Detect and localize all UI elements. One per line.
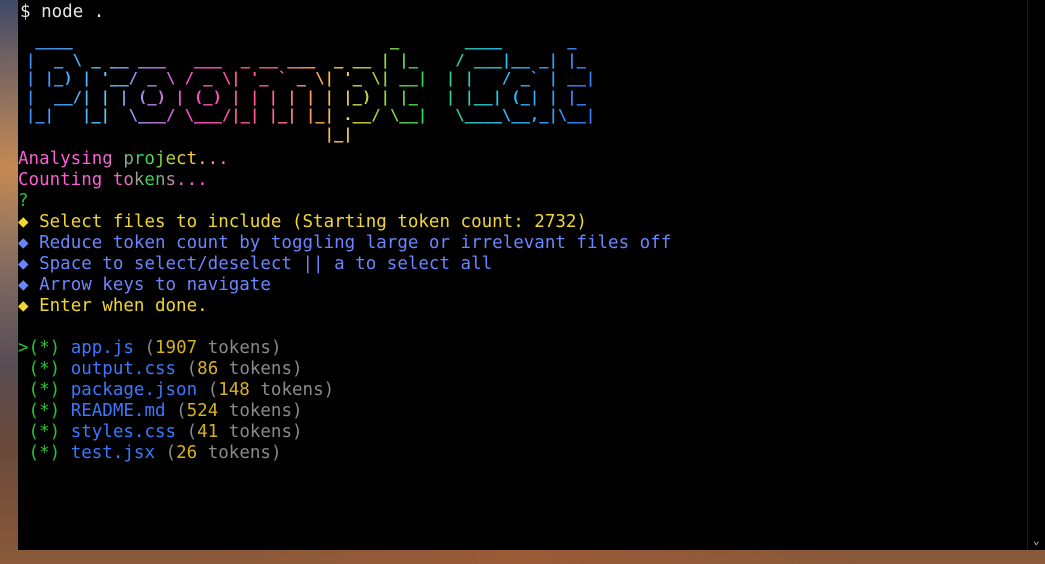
checkbox[interactable]: (*) xyxy=(29,422,61,442)
status-line-counting: Counting tokens... xyxy=(18,170,208,190)
instruction-line: ◆ Reduce token count by toggling large o… xyxy=(18,233,671,254)
prompt-symbol: $ xyxy=(20,2,31,22)
file-name: test.jsx xyxy=(70,443,155,463)
diamond-bullet-icon: ◆ xyxy=(18,212,29,232)
scroll-down-arrow-icon[interactable]: ⌄ xyxy=(1033,534,1040,547)
tokens-word: tokens xyxy=(207,443,271,463)
instruction-text: Arrow keys to navigate xyxy=(39,275,271,295)
token-count: 148 xyxy=(218,380,250,400)
checkbox[interactable]: (*) xyxy=(29,338,61,358)
file-item-output-css[interactable]: (*) output.css (86 tokens) xyxy=(18,359,303,380)
instruction-line: ◆ Enter when done. xyxy=(18,296,208,317)
tokens-word: tokens xyxy=(228,359,292,379)
diamond-bullet-icon: ◆ xyxy=(18,233,29,253)
file-name: package.json xyxy=(70,380,198,400)
selection-cursor: > xyxy=(18,338,29,358)
file-name: output.css xyxy=(70,359,177,379)
command-line: $ node . xyxy=(20,2,104,23)
instruction-line: ◆ Space to select/deselect || a to selec… xyxy=(18,254,492,275)
checkbox[interactable]: (*) xyxy=(29,380,61,400)
file-item-readme-md[interactable]: (*) README.md (524 tokens) xyxy=(18,401,303,422)
file-item-package-json[interactable]: (*) package.json (148 tokens) xyxy=(18,380,335,401)
instruction-line: ◆ Arrow keys to navigate xyxy=(18,275,271,296)
token-count: 524 xyxy=(186,401,219,421)
command-text: node . xyxy=(41,2,105,22)
file-item-app-js[interactable]: >(*) app.js (1907 tokens) xyxy=(18,338,281,359)
checkbox[interactable]: (*) xyxy=(29,401,61,421)
file-item-styles-css[interactable]: (*) styles.css (41 tokens) xyxy=(18,422,303,443)
tokens-word: tokens xyxy=(207,338,271,358)
tokens-word: tokens xyxy=(260,380,324,400)
instruction-text: Space to select/deselect || a to select … xyxy=(39,254,493,274)
diamond-bullet-icon: ◆ xyxy=(18,254,29,274)
instruction-text: Reduce token count by toggling large or … xyxy=(39,233,672,253)
instruction-text: Select files to include (Starting token … xyxy=(39,212,587,232)
token-count: 41 xyxy=(197,422,219,442)
instruction-line: ◆ Select files to include (Starting toke… xyxy=(18,212,587,233)
file-item-test-jsx[interactable]: (*) test.jsx (26 tokens) xyxy=(18,443,282,464)
tokens-word: tokens xyxy=(228,422,292,442)
diamond-bullet-icon: ◆ xyxy=(18,296,29,316)
instruction-text: Enter when done. xyxy=(39,296,208,316)
checkbox[interactable]: (*) xyxy=(29,359,61,379)
ascii-banner: ____ _ ____ _ | _ \ _ __ ___ ___ _ __ __… xyxy=(26,32,596,143)
token-count: 1907 xyxy=(155,338,198,358)
diamond-bullet-icon: ◆ xyxy=(18,275,29,295)
checkbox[interactable]: (*) xyxy=(29,443,61,463)
question-mark: ? xyxy=(18,191,29,211)
status-line-analysing: Analysing project... xyxy=(18,149,229,169)
terminal-window[interactable]: $ node . ____ _ ____ _ | _ \ _ __ ___ __… xyxy=(18,0,1027,550)
file-name: styles.css xyxy=(70,422,177,442)
token-count: 26 xyxy=(176,443,198,463)
vertical-scrollbar[interactable]: ⌄ xyxy=(1027,0,1045,550)
file-name: app.js xyxy=(70,338,134,358)
token-count: 86 xyxy=(197,359,219,379)
tokens-word: tokens xyxy=(228,401,292,421)
file-name: README.md xyxy=(70,401,166,421)
